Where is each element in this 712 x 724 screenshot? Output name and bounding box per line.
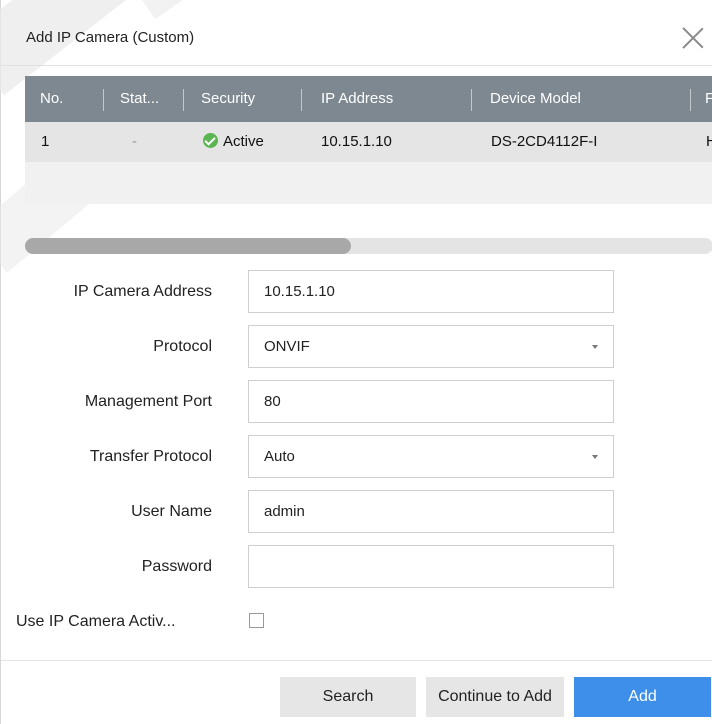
ip-camera-address-label: IP Camera Address	[73, 283, 212, 300]
use-activation-checkbox[interactable]	[249, 613, 264, 628]
management-port-input[interactable]	[248, 380, 614, 423]
password-input[interactable]	[248, 545, 614, 588]
column-header-no[interactable]: No.	[40, 76, 63, 122]
column-header-ip-address[interactable]: IP Address	[321, 76, 393, 122]
column-header-device-model[interactable]: Device Model	[490, 76, 581, 122]
dialog-title: Add IP Camera (Custom)	[26, 29, 195, 46]
cell-status: -	[132, 133, 137, 150]
user-name-input[interactable]	[248, 490, 614, 533]
management-port-label: Management Port	[84, 393, 212, 410]
chevron-down-icon	[592, 345, 598, 349]
column-separator[interactable]	[690, 89, 691, 111]
transfer-protocol-value: Auto	[264, 448, 295, 465]
dialog-title-bar: Add IP Camera (Custom)	[1, 10, 712, 66]
cell-no: 1	[41, 133, 50, 150]
use-activation-label: Use IP Camera Activ...	[16, 613, 176, 630]
close-icon[interactable]	[681, 26, 705, 50]
user-name-label: User Name	[131, 503, 212, 520]
column-separator[interactable]	[471, 89, 472, 111]
security-status-text: Active	[223, 133, 264, 150]
cell-device-model: DS-2CD4112F-I	[491, 133, 598, 150]
table-row[interactable]: 1 - Active 10.15.1.10 DS-2CD4112F-I H	[25, 122, 712, 162]
transfer-protocol-label: Transfer Protocol	[89, 448, 212, 465]
column-header-security[interactable]: Security	[201, 76, 255, 122]
add-button[interactable]: Add	[574, 677, 711, 717]
continue-to-add-button[interactable]: Continue to Add	[426, 677, 564, 717]
column-header-status[interactable]: Stat...	[120, 76, 159, 122]
transfer-protocol-select[interactable]: Auto	[248, 435, 614, 478]
cell-security: Active	[203, 122, 264, 162]
protocol-value: ONVIF	[264, 338, 310, 355]
add-ip-camera-dialog: Add IP Camera (Custom) No. Stat... Secur…	[0, 0, 712, 724]
column-separator[interactable]	[183, 89, 184, 111]
table-header: No. Stat... Security IP Address Device M…	[25, 76, 712, 122]
column-separator[interactable]	[103, 89, 104, 111]
column-separator[interactable]	[301, 89, 302, 111]
protocol-label: Protocol	[153, 338, 212, 355]
protocol-select[interactable]: ONVIF	[248, 325, 614, 368]
camera-table: No. Stat... Security IP Address Device M…	[25, 76, 712, 204]
cell-extra: H	[706, 133, 712, 150]
column-header-extra[interactable]: F	[705, 76, 712, 122]
cell-ip-address: 10.15.1.10	[321, 133, 392, 150]
check-circle-icon	[203, 133, 218, 148]
password-label: Password	[141, 558, 212, 575]
chevron-down-icon	[592, 455, 598, 459]
horizontal-scrollbar[interactable]	[25, 238, 712, 254]
search-button[interactable]: Search	[280, 677, 416, 717]
ip-camera-address-input[interactable]	[248, 270, 614, 313]
scrollbar-thumb[interactable]	[25, 238, 351, 254]
